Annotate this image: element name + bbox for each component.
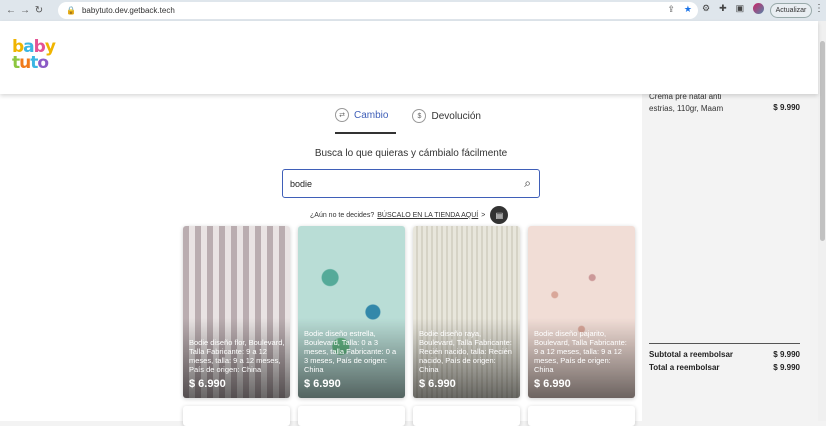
product-card[interactable]	[413, 406, 520, 426]
exchange-icon: ⇄	[335, 108, 349, 122]
tab-devolucion-label: Devolución	[431, 110, 481, 122]
total-row: Total a reembolsar $ 9.990	[649, 363, 800, 372]
tab-cambio[interactable]: ⇄ Cambio	[335, 108, 397, 134]
url-text: babytuto.dev.getback.tech	[81, 6, 175, 15]
store-prompt: ¿Aún no te decides? BÚSCALO EN LA TIENDA…	[310, 206, 509, 224]
product-card[interactable]: Bodie diseño raya, Boulevard, Talla Fabr…	[413, 226, 520, 398]
site-header: baby tuto	[0, 21, 818, 94]
search-input[interactable]: bodie ⌕	[282, 169, 540, 198]
share-icon[interactable]: ⇪	[667, 4, 675, 15]
browser-menu-icon[interactable]: ⋮	[814, 3, 824, 14]
product-price: $ 6.990	[534, 378, 571, 390]
tab-bar: ⇄ Cambio $ Devolución	[335, 108, 481, 134]
profile-avatar[interactable]	[753, 3, 765, 14]
scrollbar-thumb[interactable]	[820, 41, 825, 241]
store-prompt-text: ¿Aún no te decides?	[310, 211, 375, 219]
store-icon[interactable]: ▤	[490, 206, 509, 224]
cart-item-name: Crema pre natal anti estrias, 110gr, Maa…	[649, 92, 724, 113]
side-panel-icon[interactable]: ▣	[736, 3, 745, 14]
product-card[interactable]	[298, 406, 405, 426]
browser-toolbar: ← → ↻ 🔒 babytuto.dev.getback.tech ⇪ ★ ⚙ …	[0, 0, 826, 21]
forward-icon[interactable]: →	[18, 5, 32, 16]
product-card[interactable]: Bodie diseño estrella, Boulevard, Talla:…	[298, 226, 405, 398]
subtotal-label: Subtotal a reembolsar	[649, 350, 734, 359]
search-subtitle: Busca lo que quieras y cámbialo fácilmen…	[314, 148, 508, 159]
logo-line-2: tuto	[12, 53, 49, 73]
bookmark-star-icon[interactable]: ★	[684, 4, 692, 15]
cart-item-price: $ 9.990	[773, 103, 800, 112]
refund-summary-panel: Crema pre natal anti estrias, 110gr, Maa…	[642, 92, 818, 421]
store-link[interactable]: BÚSCALO EN LA TIENDA AQUÍ	[377, 212, 478, 219]
product-card[interactable]	[528, 406, 635, 426]
product-card[interactable]: Bodie diseño flor, Boulevard, Talla Fabr…	[183, 226, 290, 398]
product-description: Bodie diseño estrella, Boulevard, Talla:…	[304, 329, 397, 374]
product-price: $ 6.990	[189, 378, 226, 390]
back-icon[interactable]: ←	[4, 5, 18, 16]
product-card[interactable]: Bodie diseño pajarito, Boulevard, Talla …	[528, 226, 635, 398]
product-price: $ 6.990	[304, 378, 341, 390]
store-link-arrow: >	[481, 211, 486, 219]
product-card[interactable]	[183, 406, 290, 426]
search-icon[interactable]: ⌕	[524, 176, 531, 191]
reload-icon[interactable]: ↻	[32, 5, 46, 16]
babytuto-logo[interactable]: baby tuto	[12, 39, 56, 73]
tab-cambio-label: Cambio	[354, 109, 389, 121]
update-button[interactable]: Actualizar	[770, 3, 812, 18]
summary-divider	[649, 343, 800, 344]
product-price: $ 6.990	[419, 378, 456, 390]
refund-icon: $	[412, 109, 427, 123]
lock-icon: 🔒	[66, 6, 76, 15]
extension-robot-icon[interactable]: ⚙	[702, 3, 710, 14]
extensions-puzzle-icon[interactable]: ✚	[719, 3, 727, 14]
address-bar[interactable]: 🔒 babytuto.dev.getback.tech ⇪ ★	[58, 2, 698, 19]
subtotal-value: $ 9.990	[773, 350, 800, 359]
tab-devolucion[interactable]: $ Devolución	[412, 108, 481, 134]
page-scrollbar[interactable]	[818, 21, 826, 421]
product-description: Bodie diseño flor, Boulevard, Talla Fabr…	[189, 338, 285, 374]
subtotal-row: Subtotal a reembolsar $ 9.990	[649, 350, 800, 359]
total-label: Total a reembolsar	[649, 363, 720, 372]
main-content: ⇄ Cambio $ Devolución Busca lo que quier…	[0, 94, 642, 426]
product-description: Bodie diseño pajarito, Boulevard, Talla …	[534, 329, 627, 374]
search-value: bodie	[290, 178, 313, 189]
product-description: Bodie diseño raya, Boulevard, Talla Fabr…	[419, 329, 512, 374]
total-value: $ 9.990	[773, 363, 800, 372]
